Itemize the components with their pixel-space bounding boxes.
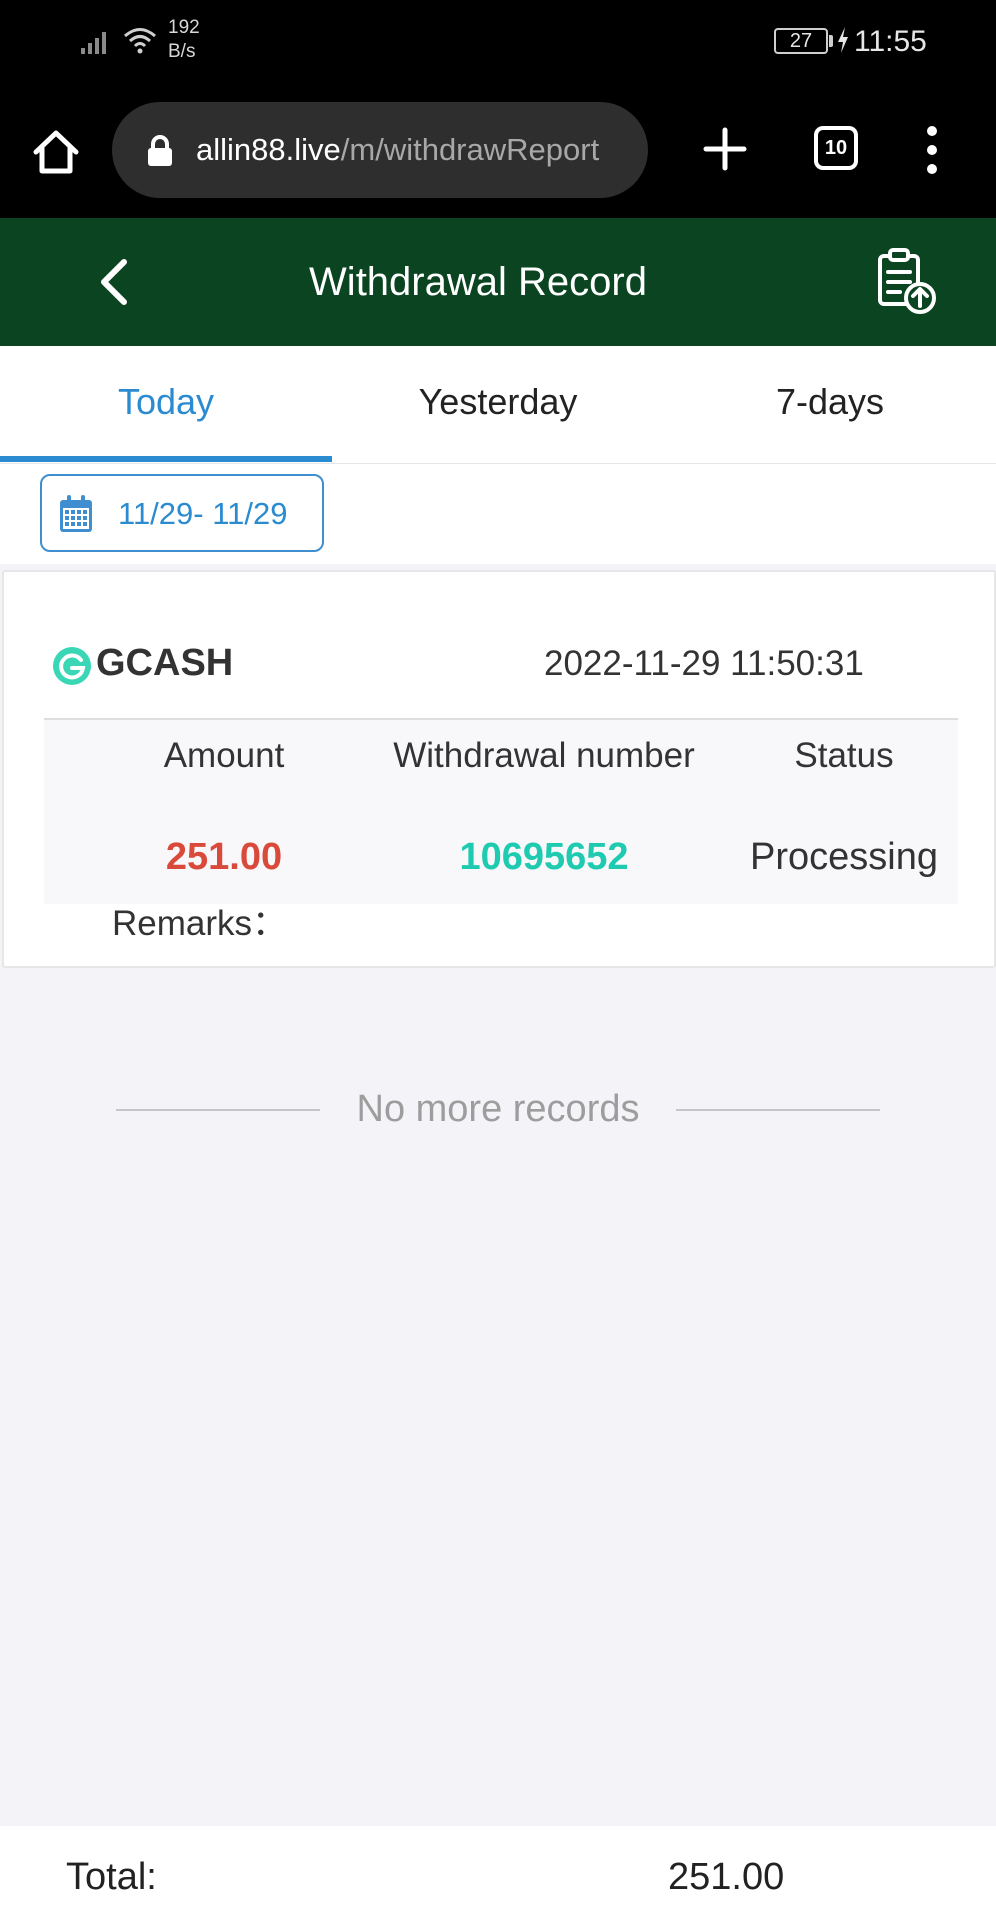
withdrawal-record-card[interactable]: GCASH 2022-11-29 11:50:31 Amount Withdra… <box>2 570 996 968</box>
gcash-logo-icon <box>53 647 91 685</box>
end-of-list: No more records <box>0 1082 996 1136</box>
network-speed: 192 B/s <box>168 16 200 64</box>
charging-icon <box>838 27 848 53</box>
signal-icon <box>81 32 106 54</box>
record-details: Amount Withdrawal number Status 251.00 1… <box>44 718 958 904</box>
active-tab-indicator <box>0 456 332 462</box>
payment-method: GCASH <box>96 642 234 684</box>
date-filter-bar: 11/29- 11/29 <box>0 464 996 564</box>
tab-switcher-button[interactable]: 10 <box>814 126 858 170</box>
plus-icon[interactable] <box>700 124 750 174</box>
calendar-icon <box>60 495 92 532</box>
status-header: Status <box>794 736 894 775</box>
url-host: allin88.live <box>196 132 341 167</box>
tab-yesterday[interactable]: Yesterday <box>332 380 664 424</box>
status-value: Processing <box>750 836 938 878</box>
network-speed-value: 192 <box>168 17 200 38</box>
remarks-label: Remarks： <box>112 904 288 943</box>
clipboard-upload-icon[interactable] <box>874 246 938 316</box>
address-bar[interactable]: allin88.live/m/withdrawReport <box>112 102 648 198</box>
battery-tip <box>829 35 833 47</box>
tab-7-days[interactable]: 7-days <box>664 380 996 424</box>
total-bar: Total: 251.00 <box>0 1826 996 1920</box>
page-title: Withdrawal Record <box>309 260 647 304</box>
network-speed-unit: B/s <box>168 41 196 62</box>
total-value: 251.00 <box>668 1856 785 1898</box>
url-path: /m/withdrawReport <box>340 132 600 167</box>
divider-right <box>676 1109 880 1111</box>
browser-toolbar: allin88.live/m/withdrawReport 10 <box>0 86 996 218</box>
clock: 11:55 <box>854 25 927 58</box>
home-icon[interactable] <box>30 126 82 178</box>
date-range-text: 11/29- 11/29 <box>118 496 288 531</box>
withdrawal-number-header: Withdrawal number <box>393 736 695 775</box>
date-range-picker[interactable]: 11/29- 11/29 <box>40 474 324 552</box>
amount-value: 251.00 <box>165 836 283 878</box>
tab-count: 10 <box>824 137 848 159</box>
period-tabs: Today Yesterday 7-days <box>0 346 996 464</box>
tab-today[interactable]: Today <box>0 380 332 424</box>
more-icon[interactable] <box>918 122 946 178</box>
url-text: allin88.live/m/withdrawReport <box>196 130 599 170</box>
divider-left <box>116 1109 320 1111</box>
no-more-records-text: No more records <box>356 1088 640 1130</box>
battery-icon: 27 <box>774 28 828 54</box>
lock-icon <box>148 135 172 166</box>
app-header: Withdrawal Record <box>0 218 996 346</box>
battery-level: 27 <box>789 30 813 52</box>
record-datetime: 2022-11-29 11:50:31 <box>544 644 864 683</box>
amount-header: Amount <box>163 736 285 775</box>
withdrawal-number-value: 10695652 <box>459 836 629 878</box>
total-label: Total: <box>66 1856 157 1898</box>
wifi-icon <box>124 28 156 54</box>
status-bar: 192 B/s 27 11:55 <box>0 0 996 86</box>
